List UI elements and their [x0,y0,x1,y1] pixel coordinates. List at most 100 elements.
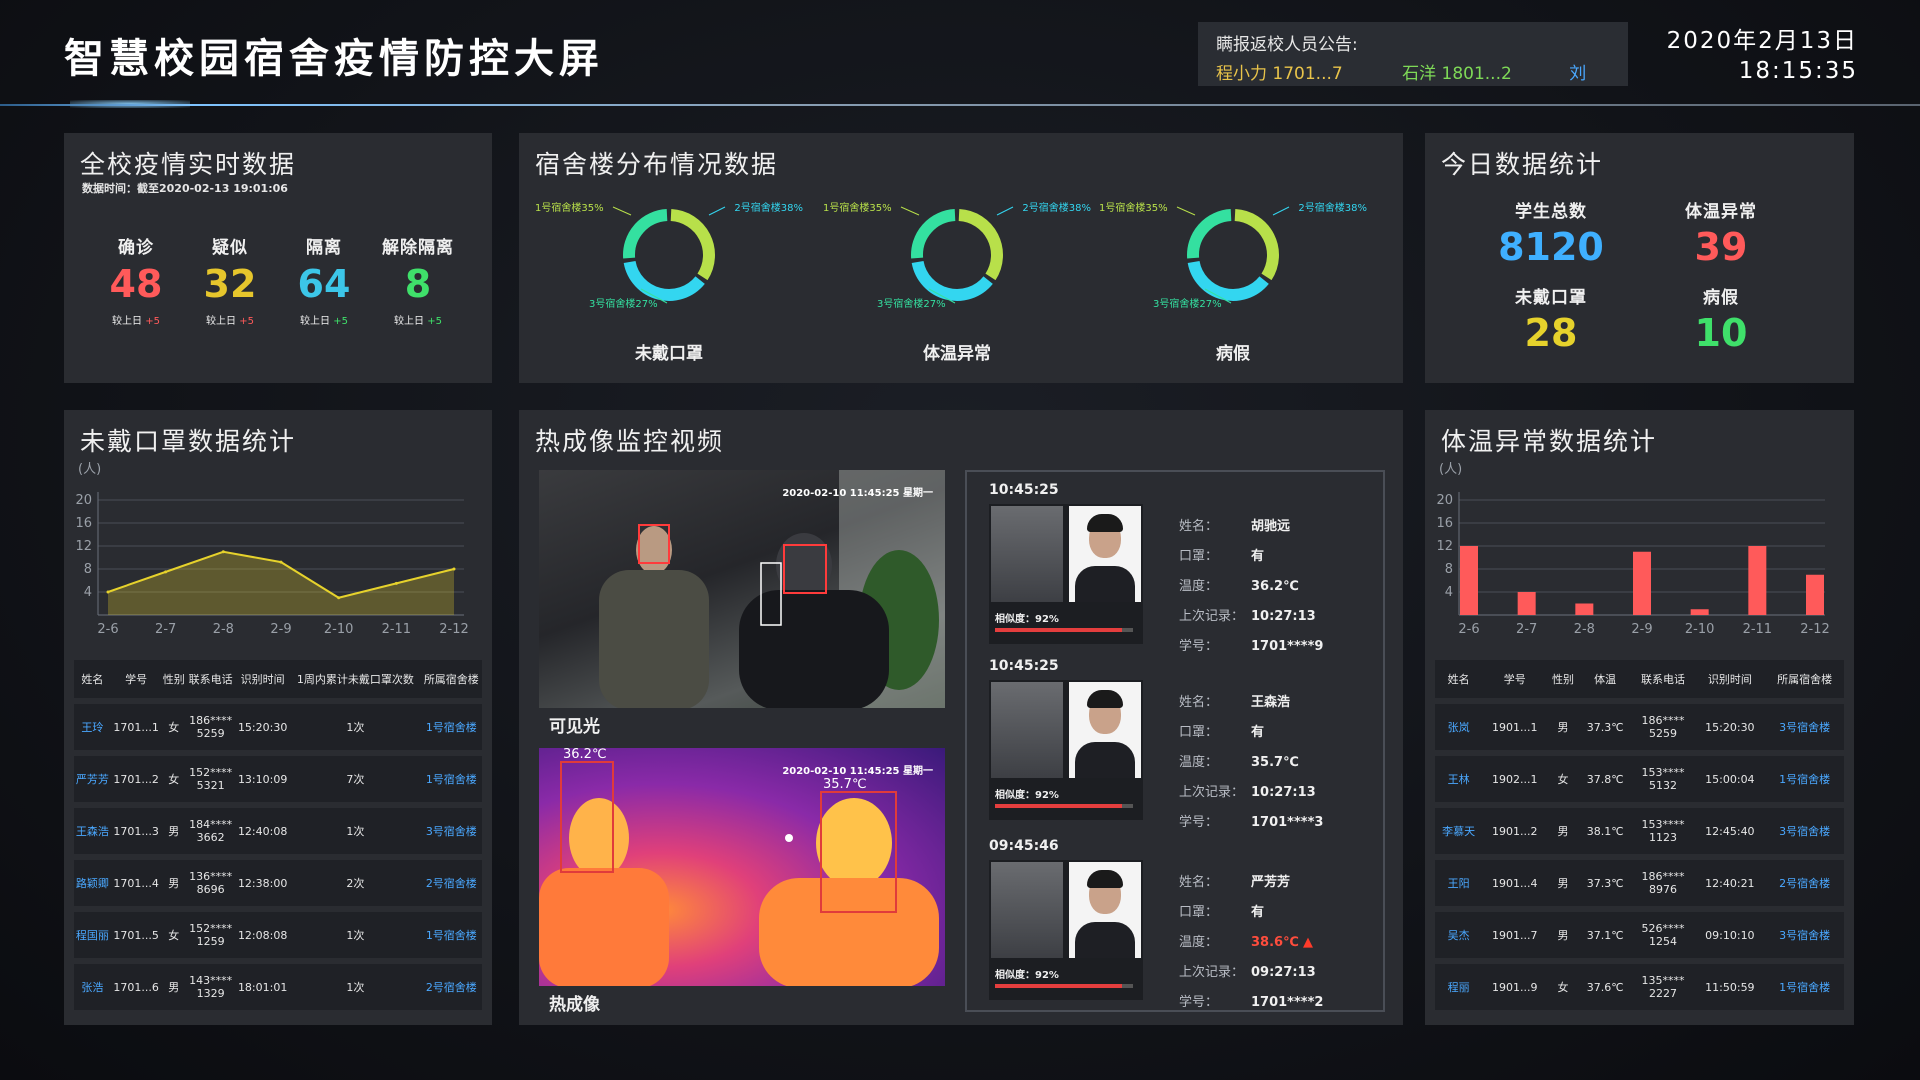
stat-label: 解除隔离 [382,238,454,258]
similarity-bar [995,804,1133,808]
x-tick-label: 2-6 [97,622,118,637]
y-tick-label: 4 [1445,585,1453,600]
column-header[interactable]: 性别 [1547,660,1579,698]
kpi-total-students: 学生总数 8120 [1481,197,1621,270]
table-row[interactable]: 张浩 1701...6 男 143**** 1329 18:01:01 1次 2号宿舍楼 [74,964,482,1010]
record-time: 10:45:25 [989,658,1059,674]
x-tick-label: 2-6 [1458,622,1479,637]
donut-slice-label: 2号宿舍楼38% [734,201,803,214]
table-cell: 3号宿舍楼 [1765,704,1844,750]
table-cell: 2号宿舍楼 [420,964,482,1010]
table-cell: 1号宿舍楼 [420,704,482,750]
donut-slice [623,209,668,259]
y-tick-label: 12 [75,539,92,554]
bar [1633,551,1651,615]
table-cell: 1901...4 [1482,860,1548,906]
table-cell: 1901...7 [1482,912,1548,958]
field-key: 学号： [1179,815,1219,830]
column-header[interactable]: 姓名 [1435,660,1483,698]
y-tick-label: 12 [1436,539,1453,554]
x-tick-label: 2-9 [1631,622,1652,637]
table-cell: 152**** 1259 [186,912,236,958]
table-cell: 男 [1547,704,1579,750]
table-row[interactable]: 王森浩 1701...3 男 184**** 3662 12:40:08 1次 3号宿舍楼 [74,808,482,854]
column-header[interactable]: 性别 [161,660,187,698]
panel-title: 全校疫情实时数据 [80,150,297,179]
x-tick-label: 2-12 [439,622,469,637]
column-header[interactable]: 学号 [1482,660,1548,698]
field-key: 姓名： [1179,875,1219,890]
leader-line [612,206,632,216]
column-header[interactable]: 体温 [1578,660,1632,698]
recognition-record[interactable]: 10:45:25 相似度：92% 姓名： 王森浩 口罩： 有 温度： 35.7℃ 上次… [989,658,1369,830]
table-row[interactable]: 王林 1902...1 女 37.8℃ 153**** 5132 15:00:04 1号宿舍楼 [1435,756,1844,802]
table-row[interactable]: 程国丽 1701...5 女 152**** 1259 12:08:08 1次 1号宿舍楼 [74,912,482,958]
compare-label: 较上日 [206,316,237,327]
field-key: 口罩： [1179,725,1219,740]
panel-title: 未戴口罩数据统计 [80,427,297,456]
table-cell: 程丽 [1435,964,1483,1010]
table-cell: 1号宿舍楼 [1765,964,1844,1010]
recognition-record[interactable]: 10:45:25 相似度：92% 姓名： 胡驰远 口罩： 有 温度： 36.2℃ 上次… [989,482,1369,654]
table-cell: 吴杰 [1435,912,1483,958]
table-row[interactable]: 路颖卿 1701...4 男 136**** 8696 12:38:00 2次 2号宿舍楼 [74,860,482,906]
table-row[interactable]: 李慕天 1901...2 男 38.1℃ 153**** 1123 12:45:40 3号宿舍… [1435,808,1844,854]
record-time: 10:45:25 [989,482,1059,498]
table-cell: 女 [1547,964,1579,1010]
recognition-record[interactable]: 09:45:46 相似度：92% 姓名： 严芳芳 口罩：有 温度： 38.6℃ ▲ … [989,838,1369,1010]
thermal-feed[interactable]: 36.2℃ 35.7℃ 2020-02-10 11:45:25 星期一 热成像 [539,748,945,1018]
stat-released: 解除隔离 8 较上日 +5 [370,233,466,327]
overview-panel: 全校疫情实时数据 数据时间：截至2020-02-13 19:01:06 确诊 4… [64,133,492,383]
column-header[interactable]: 1周内累计未戴口罩次数 [290,660,421,698]
no-mask-table: 姓名 学号 性别 联系电话 识别时间 1周内累计未戴口罩次数 所属宿舍楼 王玲 1701...… [74,654,482,1016]
visible-light-feed[interactable]: 2020-02-10 11:45:25 星期一 可见光 [539,470,945,740]
field-key: 上次记录： [1179,965,1245,980]
column-header[interactable]: 所属宿舍楼 [420,660,482,698]
donut-slice-label: 3号宿舍楼27% [1153,297,1222,310]
column-header[interactable]: 学号 [110,660,162,698]
table-row[interactable]: 王玲 1701...1 女 186**** 5259 15:20:30 1次 1号宿舍楼 [74,704,482,750]
table-cell: 女 [161,912,187,958]
table-cell: 王林 [1435,756,1483,802]
field-mask: 有 [1251,905,1265,920]
column-header[interactable]: 联系电话 [1631,660,1695,698]
table-cell: 1号宿舍楼 [420,912,482,958]
compare-delta: +5 [145,316,160,327]
notice-board: 瞒报返校人员公告: 程小力 1701...7 石洋 1801...2 刘 [1198,22,1628,86]
data-point [394,581,398,585]
table-row[interactable]: 吴杰 1901...7 男 37.1℃ 526**** 1254 09:10:10 3号宿舍楼 [1435,912,1844,958]
column-header[interactable]: 联系电话 [186,660,236,698]
table-cell: 李慕天 [1435,808,1483,854]
record-info: 姓名： 胡驰远 口罩：有 温度： 36.2℃ 上次记录： 10:27:13 学号： 17… [1179,512,1323,662]
x-tick-label: 2-7 [1516,622,1537,637]
donut-label: 病假 [1216,344,1250,364]
table-row[interactable]: 严芳芳 1701...2 女 152**** 5321 13:10:09 7次 1号宿舍楼 [74,756,482,802]
compare-delta: +5 [427,316,442,327]
stat-compare: 较上日 +5 [88,312,184,327]
table-cell: 15:00:04 [1694,756,1766,802]
stat-value: 8 [404,262,432,306]
donut-svg: 1号宿舍楼35% 2号宿舍楼38% 3号宿舍楼27% [823,201,1091,310]
table-cell: 37.3℃ [1578,704,1632,750]
x-tick-label: 2-9 [270,622,291,637]
column-header[interactable]: 识别时间 [235,660,291,698]
table-row[interactable]: 张岚 1901...1 男 37.3℃ 186**** 5259 15:20:30 3号宿舍楼 [1435,704,1844,750]
compare-delta: +5 [239,316,254,327]
leader-line [900,206,920,216]
leader-line [996,206,1014,216]
table-row[interactable]: 程丽 1901...9 女 37.6℃ 135**** 2227 11:50:59 1号宿舍楼 [1435,964,1844,1010]
date-text: 2020年2月13日 [1666,28,1858,54]
column-header[interactable]: 所属宿舍楼 [1765,660,1844,698]
stat-value: 48 [109,262,163,306]
table-cell: 男 [161,964,187,1010]
field-name: 胡驰远 [1251,519,1291,534]
column-header[interactable]: 识别时间 [1694,660,1766,698]
column-header[interactable]: 姓名 [74,660,111,698]
notice-name: 程小力 1701...7 [1216,64,1343,84]
kpi-label: 学生总数 [1515,202,1587,222]
table-cell: 张岚 [1435,704,1483,750]
record-info: 姓名： 王森浩 口罩： 有 温度： 35.7℃ 上次记录： 10:27:13 学号： 17… [1179,688,1323,838]
bar [1460,546,1478,615]
table-row[interactable]: 王阳 1901...4 男 37.3℃ 186**** 8976 12:40:21 2号宿舍楼 [1435,860,1844,906]
x-tick-label: 2-10 [1685,622,1715,637]
